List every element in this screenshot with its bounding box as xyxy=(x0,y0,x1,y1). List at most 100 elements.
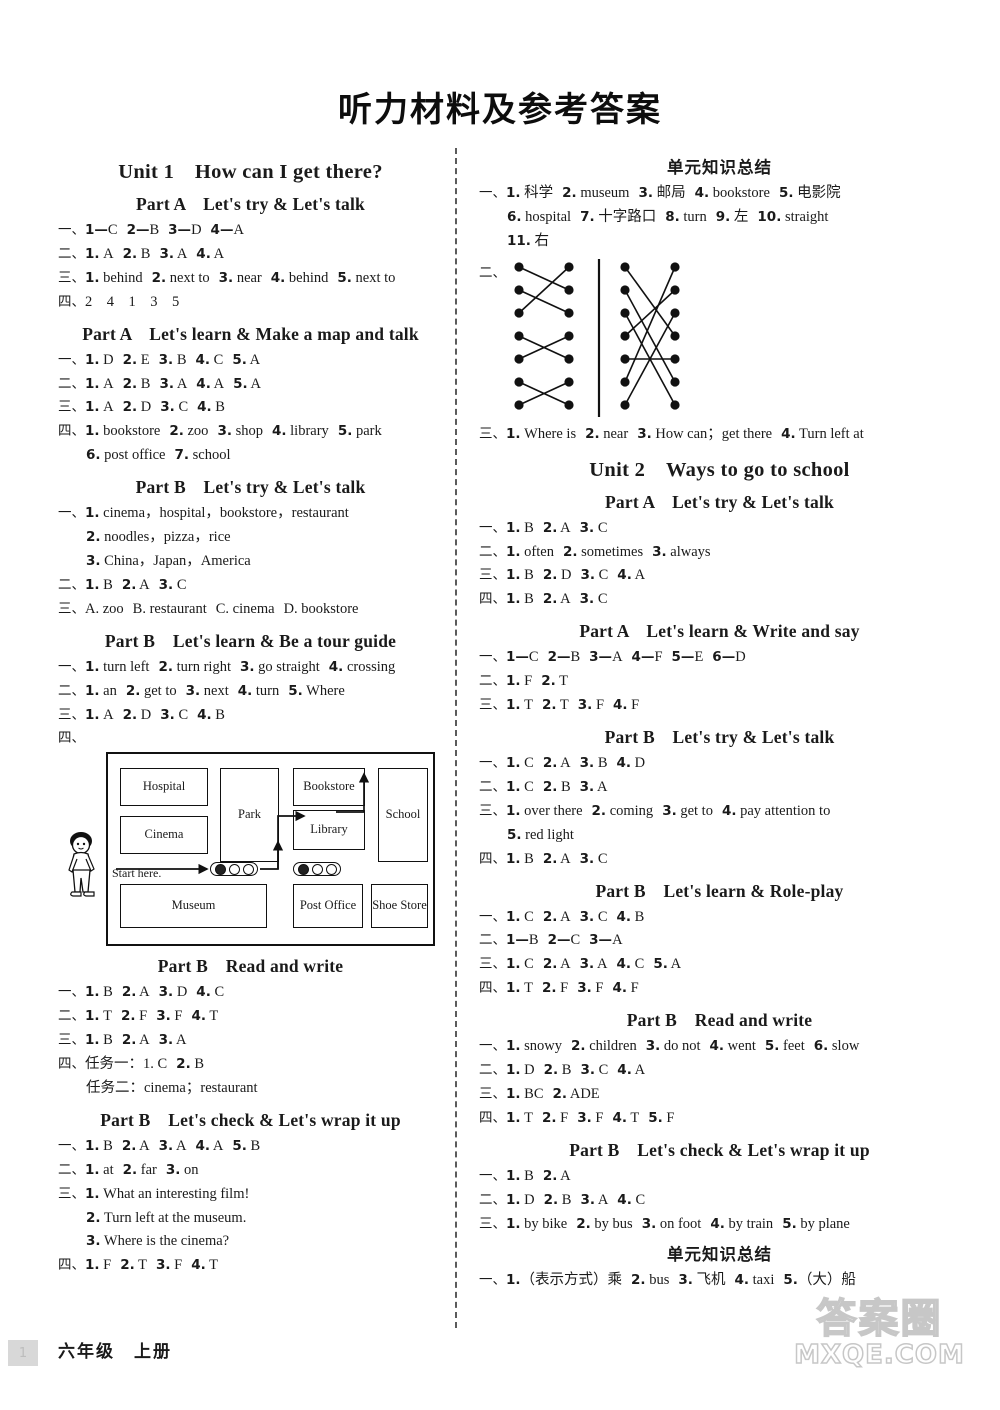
answer-item-number: 4. xyxy=(237,682,253,699)
answer-item-number: 2. xyxy=(542,778,558,795)
part-heading: Part B Let's try & Let's talk xyxy=(604,726,835,747)
answer-item-value: 左 xyxy=(730,208,749,225)
answer-item: 2. Turn left at the museum. xyxy=(86,1210,246,1226)
answer-marker: 二、 xyxy=(58,576,85,593)
answer-item-number: 3. xyxy=(185,682,201,699)
answer-item-value: crossing xyxy=(343,658,396,675)
answer-marker: 三、 xyxy=(479,697,506,714)
answer-item: 4. C xyxy=(195,352,223,368)
answer-item: 4. behind xyxy=(271,270,329,286)
answer-line: 11. 右 xyxy=(479,230,960,253)
answer-item-number: 4. xyxy=(196,984,211,1001)
answer-item-value: B xyxy=(558,1062,572,1079)
answer-item-value: get to xyxy=(140,682,177,699)
answer-item: 2. T xyxy=(542,697,569,713)
answer-item-number: 3. xyxy=(579,956,595,973)
answer-item: 1. D xyxy=(85,352,114,368)
answer-item-number: 5. xyxy=(232,351,247,368)
answer-item-number: 11. xyxy=(507,232,531,249)
answer-item-value: coming xyxy=(606,802,654,819)
map-building-label: Library xyxy=(310,822,348,837)
answer-item: 4. went xyxy=(710,1038,756,1054)
answer-item-number: 4. xyxy=(721,802,737,819)
answer-item: 2. D xyxy=(123,707,152,723)
answer-item: 4. bookstore xyxy=(695,185,770,201)
answer-item-value: B xyxy=(137,245,151,262)
answer-item: 1. B xyxy=(506,591,534,607)
answer-marker: 二、 xyxy=(58,245,85,262)
matching-lines-figure: 二、 xyxy=(479,257,960,419)
answer-item: 2—B xyxy=(127,222,160,238)
answer-item-number: 2— xyxy=(126,222,150,238)
answer-item: 6. slow xyxy=(814,1038,860,1054)
answer-item: 10. straight xyxy=(757,209,828,225)
answer-line: 三、1. B 2. D 3. C 4. A xyxy=(479,564,960,587)
answer-item: 3. A xyxy=(159,376,187,392)
answer-item: 1. T xyxy=(506,1110,533,1126)
answer-item-value: A xyxy=(612,932,623,949)
answer-item-number: 4. xyxy=(617,1062,632,1079)
traffic-light-yellow-dot xyxy=(311,863,323,875)
answer-item-number: 3. xyxy=(638,185,653,201)
answer-item-value: D xyxy=(735,649,746,666)
answer-item-value: D xyxy=(520,1191,535,1208)
answer-item-value: A xyxy=(557,908,571,925)
map-building-label: Cinema xyxy=(144,827,184,842)
answer-marker: 三、 xyxy=(58,706,85,723)
answer-item-number: 1. xyxy=(85,576,100,593)
answer-item-number: 5. xyxy=(782,1215,797,1232)
answer-item: 1. Where is xyxy=(506,426,576,442)
answer-item-value: BC xyxy=(520,1085,544,1102)
answer-item-number: 2. xyxy=(542,908,558,925)
answer-item: 4. A xyxy=(196,246,224,262)
answer-item-number: 3. xyxy=(158,576,174,593)
answer-item-value: A xyxy=(594,778,608,795)
answer-item-value: How can；get there xyxy=(651,425,773,442)
answer-item-value: always xyxy=(666,543,711,560)
answer-item-value: B xyxy=(631,908,645,925)
answer-line: 四、1. B 2. A 3. C xyxy=(479,588,960,611)
answer-item-number: 4. xyxy=(191,1257,206,1274)
answer-marker: 三、 xyxy=(479,1085,506,1102)
map-building-museum: Museum xyxy=(120,884,267,929)
part-heading: Part A Let's try & Let's talk xyxy=(136,194,365,214)
answer-item: 3. C xyxy=(580,1062,608,1078)
answer-item-number: 2. xyxy=(122,706,138,723)
answer-item-number: 1. xyxy=(506,778,521,795)
answer-item: 1. C xyxy=(506,956,534,972)
answer-item-value: 邮局 xyxy=(652,185,686,201)
answer-line: 三、1. over there 2. coming 3. get to 4. pay … xyxy=(479,800,960,823)
answer-item: 4. A xyxy=(195,1138,223,1154)
answer-line: 二、1. an 2. get to 3. next 4. turn 5. Where xyxy=(58,680,443,703)
answer-item: 2—B xyxy=(548,649,581,665)
answer-item-number: 3. xyxy=(217,423,232,440)
answer-item-value: park xyxy=(352,423,382,440)
answer-item-number: 5. xyxy=(232,1137,247,1154)
answer-line: 一、1. C 2. A 3. B 4. D xyxy=(479,752,960,775)
answer-item-number: 4. xyxy=(616,908,632,925)
map-building-label: Hospital xyxy=(142,779,186,794)
answer-item: 3. A xyxy=(159,246,187,262)
answer-item: 1. B xyxy=(506,1168,534,1184)
answer-item: 3. A xyxy=(580,1192,608,1208)
answer-line: 一、1. B 2. A 3. D 4. C xyxy=(58,981,443,1004)
answer-item-value: B xyxy=(99,576,113,593)
answer-item-number: 2. xyxy=(121,576,137,593)
answer-item-value: on foot xyxy=(656,1215,702,1232)
answer-item-value: bus xyxy=(645,1272,670,1289)
answer-item-number: 3. xyxy=(579,519,595,536)
answer-item: 2. museum xyxy=(562,185,629,201)
answer-marker: 三、 xyxy=(58,1032,85,1049)
answer-item-value: C xyxy=(594,908,608,925)
answer-item-number: 1. xyxy=(506,673,521,690)
answer-item-value: T xyxy=(520,1109,534,1126)
answer-item: 3. get to xyxy=(662,803,713,819)
answer-item-value: snowy xyxy=(520,1038,563,1055)
answer-item-number: 1. xyxy=(85,1137,100,1154)
answer-item-number: 2. xyxy=(543,1191,559,1208)
answer-item-number: 4. xyxy=(612,1109,628,1126)
map-building-shoe-store: Shoe Store xyxy=(371,884,428,929)
answer-item-number: 1. xyxy=(506,754,521,771)
answer-item: 4. T xyxy=(612,1110,639,1126)
answer-line: 四、1. bookstore 2. zoo 3. shop 4. library 5. … xyxy=(58,420,443,443)
